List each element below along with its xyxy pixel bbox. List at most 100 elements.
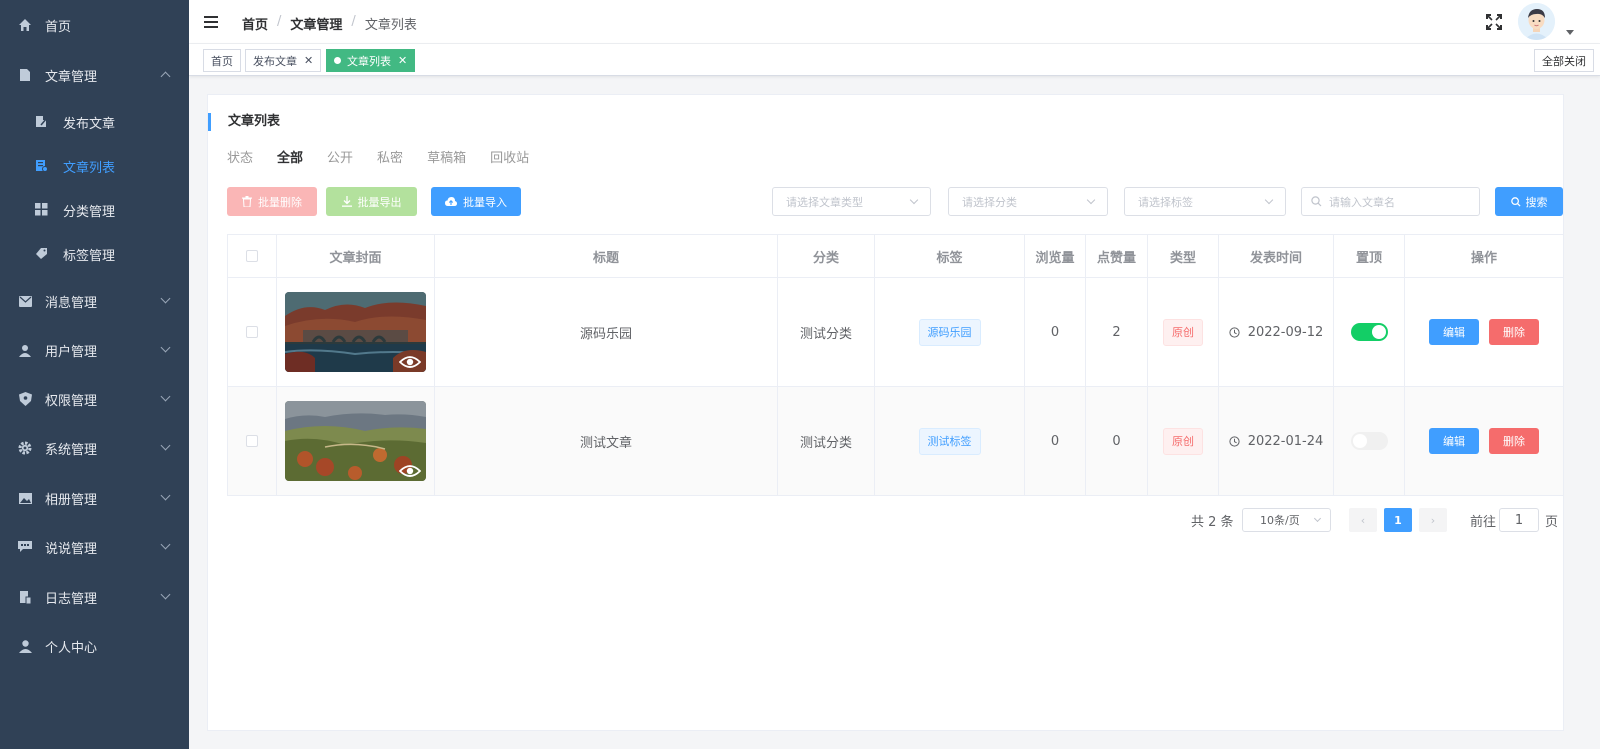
actions-cell: 编辑 删除: [1405, 278, 1563, 386]
row-checkbox[interactable]: [246, 435, 258, 447]
sidebar-item-talk-management[interactable]: 说说管理: [0, 525, 189, 569]
page-number-button[interactable]: 1: [1384, 508, 1412, 532]
views-cell: 0: [1025, 387, 1086, 495]
eye-icon[interactable]: [399, 355, 421, 369]
sidebar-item-publish-article[interactable]: 发布文章: [0, 100, 189, 144]
cover-cell: [277, 278, 435, 386]
article-type-select[interactable]: 请选择文章类型: [772, 187, 931, 216]
status-tab-public[interactable]: 公开: [327, 147, 353, 166]
chevron-down-icon: [1313, 514, 1322, 523]
prev-page-button[interactable]: ‹: [1349, 508, 1377, 532]
row-checkbox[interactable]: [246, 326, 258, 338]
log-icon: [17, 589, 33, 605]
chevron-down-icon: [160, 589, 171, 600]
sidebar-item-personal-center[interactable]: 个人中心: [0, 624, 189, 668]
home-icon: [17, 17, 33, 33]
tag-home[interactable]: 首页: [203, 49, 241, 72]
select-all-checkbox[interactable]: [246, 250, 258, 262]
sidebar-item-category-management[interactable]: 分类管理: [0, 188, 189, 232]
chevron-down-icon: [1264, 195, 1274, 205]
category-select[interactable]: 请选择分类: [948, 187, 1108, 216]
select-all-cell: [228, 235, 277, 277]
batch-delete-button[interactable]: 批量删除: [227, 187, 317, 216]
card-title: 文章列表: [208, 113, 280, 131]
tag-article-list[interactable]: 文章列表 ✕: [326, 49, 416, 72]
sidebar-item-user-management[interactable]: 用户管理: [0, 328, 189, 372]
sidebar-item-label: 发布文章: [63, 116, 116, 132]
close-all-tags-button[interactable]: 全部关闭: [1534, 49, 1594, 72]
button-label: 批量导入: [463, 195, 507, 209]
sidebar-item-album-management[interactable]: 相册管理: [0, 476, 189, 520]
status-tab-draft[interactable]: 草稿箱: [427, 147, 466, 166]
status-tab-private[interactable]: 私密: [377, 147, 403, 166]
fullscreen-icon[interactable]: [1486, 14, 1502, 30]
tag-select[interactable]: 请选择标签: [1124, 187, 1286, 216]
page-size-select[interactable]: 10条/页: [1242, 508, 1331, 532]
type-chip: 原创: [1163, 318, 1203, 346]
column-header: 浏览量: [1025, 235, 1086, 277]
breadcrumb-home[interactable]: 首页: [242, 14, 268, 33]
table-row: 测试文章 测试分类 测试标签 0 0 原创 2022-01-24 编辑 删除: [228, 387, 1563, 495]
shield-icon: [17, 391, 33, 407]
sidebar-item-log-management[interactable]: 日志管理: [0, 575, 189, 619]
sidebar-item-permission-management[interactable]: 权限管理: [0, 377, 189, 421]
chevron-down-icon: [909, 195, 919, 205]
trash-icon: [242, 196, 252, 207]
image-icon: [17, 490, 33, 506]
article-cover-image[interactable]: [285, 292, 426, 372]
sidebar-item-label: 分类管理: [63, 204, 116, 220]
top-toggle[interactable]: [1350, 432, 1388, 450]
goto-page-input[interactable]: 1: [1499, 508, 1539, 532]
sidebar-item-label: 个人中心: [45, 640, 98, 656]
column-header: 分类: [778, 235, 875, 277]
status-tab-all[interactable]: 全部: [277, 147, 303, 166]
close-icon[interactable]: ✕: [398, 54, 407, 67]
column-header: 类型: [1148, 235, 1219, 277]
breadcrumb-current: 文章列表: [364, 18, 417, 33]
column-header: 发表时间: [1219, 235, 1334, 277]
top-toggle[interactable]: [1350, 323, 1388, 341]
delete-button[interactable]: 删除: [1489, 428, 1539, 454]
sidebar-item-message-management[interactable]: 消息管理: [0, 279, 189, 323]
sidebar-item-system-management[interactable]: 系统管理: [0, 426, 189, 470]
chevron-right-icon: ›: [1430, 513, 1436, 527]
button-label: 批量删除: [258, 195, 302, 209]
article-cover-image[interactable]: [285, 401, 426, 481]
sidebar-item-article-management[interactable]: 文章管理: [0, 53, 189, 97]
chevron-up-icon: [160, 71, 171, 82]
likes-cell: 2: [1086, 278, 1148, 386]
close-icon[interactable]: ✕: [304, 54, 313, 67]
edit-button[interactable]: 编辑: [1429, 319, 1479, 345]
pagination: 共 2 条 10条/页 ‹ 1 › 前往 1 页: [208, 508, 1565, 532]
article-table: 文章封面 标题 分类 标签 浏览量 点赞量 类型 发表时间 置顶 操作 源码乐园…: [227, 234, 1564, 496]
batch-import-button[interactable]: 批量导入: [431, 187, 521, 216]
chevron-down-icon: [160, 440, 171, 451]
eye-icon[interactable]: [399, 464, 421, 478]
next-page-button[interactable]: ›: [1419, 508, 1447, 532]
row-select-cell: [228, 278, 277, 386]
hamburger-icon[interactable]: [204, 16, 218, 28]
title-cell: 源码乐园: [435, 278, 778, 386]
caret-down-icon[interactable]: [1566, 30, 1574, 35]
search-button[interactable]: 搜索: [1495, 187, 1563, 216]
batch-export-button[interactable]: 批量导出: [326, 187, 417, 216]
tag-publish-article[interactable]: 发布文章 ✕: [245, 49, 322, 72]
sidebar-item-home[interactable]: 首页: [0, 3, 189, 47]
sidebar-item-label: 权限管理: [45, 393, 98, 409]
avatar[interactable]: [1518, 3, 1555, 40]
sidebar-item-tag-management[interactable]: 标签管理: [0, 232, 189, 276]
tag-label: 发布文章: [253, 54, 297, 68]
edit-button[interactable]: 编辑: [1429, 428, 1479, 454]
edit-icon: [35, 115, 49, 129]
breadcrumb-article-management[interactable]: 文章管理: [290, 14, 342, 33]
top-cell: [1334, 278, 1405, 386]
status-tab-recycle-bin[interactable]: 回收站: [490, 147, 529, 166]
sidebar-item-label: 日志管理: [45, 591, 98, 607]
sidebar-item-label: 文章列表: [63, 160, 116, 176]
chevron-left-icon: ‹: [1360, 513, 1366, 527]
article-name-search-input[interactable]: 请输入文章名: [1301, 187, 1480, 216]
category-cell: 测试分类: [778, 278, 875, 386]
sidebar-item-article-list[interactable]: 文章列表: [0, 144, 189, 188]
delete-button[interactable]: 删除: [1489, 319, 1539, 345]
column-header: 置顶: [1334, 235, 1405, 277]
